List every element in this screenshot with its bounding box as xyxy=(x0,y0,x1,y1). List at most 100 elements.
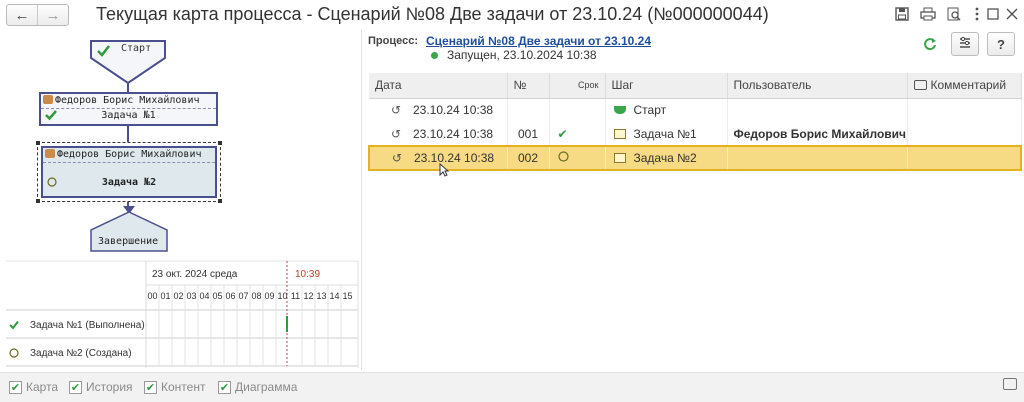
gantt-hour-label: 13 xyxy=(316,291,327,301)
preview-icon[interactable] xyxy=(945,5,963,23)
gantt-hour-label: 10 xyxy=(277,291,288,301)
checkbox-checked-icon: ✔ xyxy=(9,380,22,394)
task2-node[interactable]: Федоров Борис Михайлович Задача №2 xyxy=(36,141,222,203)
gantt-chart: 23 окт. 2024 среда 10:39 00 01 02 03 04 05 06 0… xyxy=(0,260,362,372)
task-step-icon xyxy=(613,128,626,139)
window-title: Текущая карта процесса - Сценарий №08 Дв… xyxy=(96,4,769,24)
task2-user: Федоров Борис Михайлович xyxy=(45,149,202,160)
cell-deadline xyxy=(549,98,606,122)
cell-number xyxy=(507,98,550,122)
cell-comment xyxy=(907,145,1022,171)
mouse-cursor-icon xyxy=(439,163,449,177)
process-map-panel: Старт Федоров Борис Михайлович Задача №1… xyxy=(0,30,362,370)
col-user[interactable]: Пользователь xyxy=(727,73,908,99)
resize-handle[interactable] xyxy=(36,199,40,203)
gantt-hour-label: 12 xyxy=(303,291,314,301)
back-button[interactable]: ← xyxy=(7,5,37,25)
col-date[interactable]: Дата xyxy=(369,73,508,99)
open-circle-icon xyxy=(557,151,569,165)
gantt-hour-label: 06 xyxy=(225,291,236,301)
gantt-hour-label: 08 xyxy=(251,291,262,301)
gantt-hour-label: 14 xyxy=(329,291,340,301)
option-history-checkbox[interactable]: ✔ История xyxy=(69,380,133,394)
cell-number: 001 xyxy=(507,122,550,146)
gantt-hour-label: 11 xyxy=(290,291,301,301)
task2-separator xyxy=(43,162,215,163)
resize-handle[interactable] xyxy=(36,141,40,145)
cell-date: ↺ 23.10.24 10:38 xyxy=(369,122,508,146)
comment-icon xyxy=(913,80,927,91)
nav-buttons: ← → xyxy=(6,4,69,26)
status-dot xyxy=(431,52,438,59)
col-deadline[interactable]: Срок xyxy=(549,73,606,99)
gantt-hour-label: 04 xyxy=(199,291,210,301)
task-step-icon xyxy=(613,153,626,163)
gantt-hour-label: 03 xyxy=(186,291,197,301)
forward-button[interactable]: → xyxy=(37,5,68,25)
cell-deadline: ✔ xyxy=(549,122,606,146)
help-button[interactable]: ? xyxy=(987,32,1015,56)
checkbox-checked-icon: ✔ xyxy=(218,380,231,394)
task1-name: Задача №1 xyxy=(101,110,156,121)
settings-button[interactable] xyxy=(951,32,979,56)
process-label: Процесс: xyxy=(368,35,418,47)
print-icon[interactable] xyxy=(919,5,937,23)
gantt-row-task1[interactable]: Задача №1 (Выполнена) xyxy=(6,312,358,338)
view-options-bar: ✔ Карта ✔ История ✔ Контент ✔ Диаграмма xyxy=(0,372,1024,402)
gantt-row-task2[interactable]: Задача №2 (Создана) xyxy=(6,340,358,366)
col-step[interactable]: Шаг xyxy=(605,73,728,99)
task2-node-body: Федоров Борис Михайлович Задача №2 xyxy=(41,146,217,198)
history-icon: ↺ xyxy=(392,151,403,165)
cell-user xyxy=(727,98,908,122)
cell-date: ↺ 23.10.24 10:38 xyxy=(368,145,508,171)
connector-line xyxy=(127,83,129,92)
close-icon[interactable] xyxy=(1003,5,1021,23)
check-icon xyxy=(6,320,22,330)
maximize-icon[interactable] xyxy=(984,5,1002,23)
user-icon xyxy=(45,149,55,158)
cell-comment xyxy=(907,122,1022,146)
gantt-hour-label: 01 xyxy=(160,291,171,301)
history-header: Дата № Срок Шаг Пользователь Комментарий xyxy=(369,73,1022,99)
start-step-icon xyxy=(613,106,626,115)
start-node-label: Старт xyxy=(121,43,152,54)
save-icon[interactable] xyxy=(893,5,911,23)
col-comment[interactable]: Комментарий xyxy=(907,73,1022,99)
table-row-selected[interactable]: ↺ 23.10.24 10:38 002 Задача №2 xyxy=(368,145,1022,171)
gantt-date: 23 окт. 2024 среда xyxy=(152,269,238,280)
col-number[interactable]: № xyxy=(507,73,550,99)
option-content-checkbox[interactable]: ✔ Контент xyxy=(144,380,205,394)
process-status: Запущен, 23.10.2024 10:38 xyxy=(447,48,597,62)
check-icon: ✔ xyxy=(557,126,568,141)
title-bar: ← → Текущая карта процесса - Сценарий №0… xyxy=(0,0,1024,30)
history-table: Дата № Срок Шаг Пользователь Комментарий… xyxy=(368,73,1022,171)
cell-step: Задача №1 xyxy=(605,122,728,146)
option-diagram-checkbox[interactable]: ✔ Диаграмма xyxy=(218,380,297,394)
gantt-hour-label: 02 xyxy=(173,291,184,301)
history-icon: ↺ xyxy=(391,126,402,141)
screenshot-icon[interactable] xyxy=(1003,378,1017,390)
gantt-hour-label: 09 xyxy=(264,291,275,301)
table-row[interactable]: ↺ 23.10.24 10:38 Старт xyxy=(369,98,1022,122)
gantt-hour-label: 07 xyxy=(238,291,249,301)
task1-node[interactable]: Федоров Борис Михайлович Задача №1 xyxy=(39,92,218,126)
option-map-checkbox[interactable]: ✔ Карта xyxy=(9,380,58,394)
checkbox-checked-icon: ✔ xyxy=(69,380,82,394)
table-row[interactable]: ↺ 23.10.24 10:38 001 ✔ Задача №1 Федоров … xyxy=(369,122,1022,146)
refresh-icon[interactable] xyxy=(922,36,938,52)
resize-handle[interactable] xyxy=(218,141,222,145)
process-link[interactable]: Сценарий №08 Две задачи от 23.10.24 xyxy=(426,34,651,48)
gantt-hour-label: 05 xyxy=(212,291,223,301)
open-circle-icon xyxy=(6,348,22,358)
resize-handle[interactable] xyxy=(218,199,222,203)
history-icon: ↺ xyxy=(391,103,402,118)
cell-step: Задача №2 xyxy=(605,145,728,171)
cell-deadline xyxy=(549,145,606,171)
cell-date: ↺ 23.10.24 10:38 xyxy=(369,98,508,122)
user-icon xyxy=(43,95,53,104)
task2-name: Задача №2 xyxy=(101,177,157,188)
task1-separator xyxy=(41,108,216,109)
cell-comment xyxy=(907,98,1022,122)
gantt-row-label: Задача №1 (Выполнена) xyxy=(30,319,145,331)
cell-step: Старт xyxy=(605,98,728,122)
